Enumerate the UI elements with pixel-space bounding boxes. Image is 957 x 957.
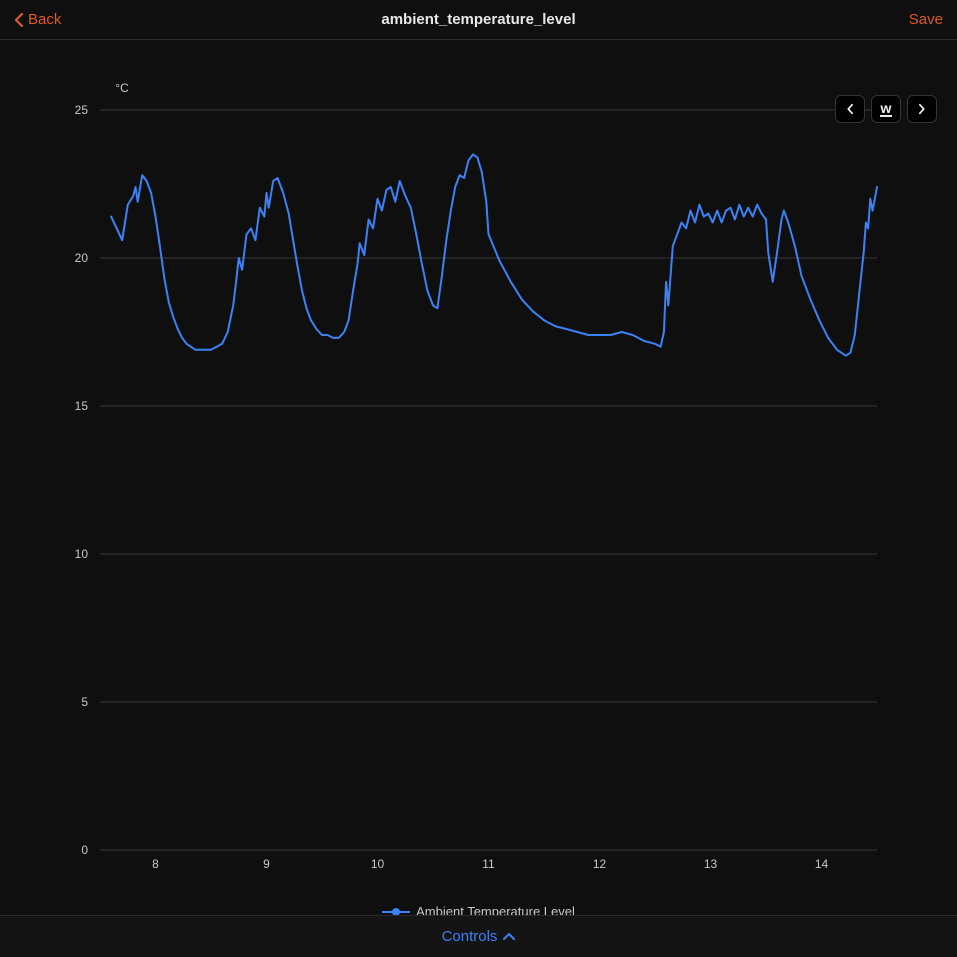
svg-text:10: 10 (371, 857, 385, 871)
svg-text:11: 11 (482, 857, 495, 871)
range-prev-button[interactable] (835, 95, 865, 123)
svg-text:°C: °C (115, 81, 129, 95)
chart-area: w °C0510152025891011121314 Ambient Tempe… (0, 40, 957, 919)
svg-text:9: 9 (263, 857, 270, 871)
back-button[interactable]: Back (14, 11, 61, 28)
chevron-left-icon (14, 13, 24, 27)
chevron-right-icon (917, 103, 927, 115)
svg-text:25: 25 (75, 103, 89, 117)
header: Back ambient_temperature_level Save (0, 0, 957, 40)
svg-text:20: 20 (75, 251, 89, 265)
save-button[interactable]: Save (909, 11, 943, 28)
chevron-left-icon (845, 103, 855, 115)
range-period-label: w (880, 101, 893, 117)
svg-text:14: 14 (815, 857, 829, 871)
svg-text:13: 13 (704, 857, 718, 871)
back-label: Back (28, 11, 61, 28)
svg-text:12: 12 (593, 857, 607, 871)
range-controls: w (835, 95, 937, 123)
svg-text:8: 8 (152, 857, 159, 871)
svg-text:15: 15 (75, 399, 89, 413)
page-title: ambient_temperature_level (0, 11, 957, 28)
chevron-up-icon (503, 932, 515, 942)
line-chart: °C 0 5 10 15 20 25 8 9 10 11 12 13 14 (20, 60, 937, 890)
svg-text:5: 5 (81, 695, 88, 709)
range-period-button[interactable]: w (871, 95, 901, 123)
controls-toggle[interactable]: Controls (0, 915, 957, 957)
range-next-button[interactable] (907, 95, 937, 123)
controls-label: Controls (442, 928, 498, 945)
svg-text:10: 10 (75, 547, 89, 561)
svg-text:0: 0 (81, 843, 88, 857)
